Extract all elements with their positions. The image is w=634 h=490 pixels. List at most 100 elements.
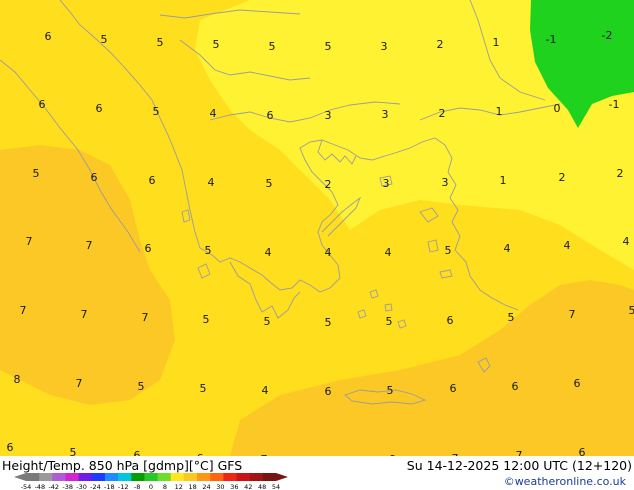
temperature-value: 6: [7, 441, 14, 454]
color-scale-tick-label: -48: [35, 483, 46, 490]
color-scale-tick-label: -30: [76, 483, 87, 490]
color-scale-tick-label: -38: [62, 483, 73, 490]
temperature-value: -1: [546, 33, 557, 46]
temperature-value: 5: [386, 315, 393, 328]
color-scale-tick-label: 8: [163, 483, 167, 490]
color-scale-tick-label: 18: [189, 483, 197, 490]
temperature-value: 6: [450, 382, 457, 395]
color-scale-tick-label: 54: [272, 483, 280, 490]
temperature-value: 0: [554, 102, 561, 115]
temperature-value: 5: [325, 316, 332, 329]
color-scale-arrow-left: [14, 473, 26, 481]
temperature-value: 4: [564, 239, 571, 252]
temperature-value: 4: [262, 384, 269, 397]
color-scale-swatch: [183, 473, 198, 481]
temperature-value: 6: [512, 380, 519, 393]
temperature-value: -2: [602, 29, 613, 42]
temperature-value: 3: [382, 108, 389, 121]
valid-time: Su 14-12-2025 12:00 UTC (12+120): [406, 458, 632, 473]
map-footer: Height/Temp. 850 hPa [gdmp][°C] GFS Su 1…: [0, 456, 634, 490]
temperature-value: 3: [325, 109, 332, 122]
color-scale-tick-label: 30: [216, 483, 224, 490]
temperature-value: 5: [153, 105, 160, 118]
color-scale-swatch: [65, 473, 80, 481]
temperature-value: 6: [45, 30, 52, 43]
weather-map: 6 5 5 5 5 5 3 2 1 -1 -2 6 6 5 4 6 3 3 2 1 0 -1 5 6 6 4 5 2 3 3 1 2 2 7 7 6 5…: [0, 0, 634, 456]
temperature-value: 5: [264, 315, 271, 328]
map-title: Height/Temp. 850 hPa [gdmp][°C] GFS: [2, 458, 243, 473]
temperature-value: 6: [325, 385, 332, 398]
temperature-value: 7: [20, 304, 27, 317]
temperature-value: 5: [445, 244, 452, 257]
temperature-value: 7: [569, 308, 576, 321]
temperature-value: 6: [39, 98, 46, 111]
map-canvas: 6 5 5 5 5 5 3 2 1 -1 -2 6 6 5 4 6 3 3 2 1 0 -1 5 6 6 4 5 2 3 3 1 2 2 7 7 6 5…: [0, 0, 634, 456]
color-scale-swatch: [249, 473, 264, 481]
color-scale-tick-label: 0: [149, 483, 153, 490]
color-scale-swatch: [52, 473, 66, 481]
color-scale-bar: [14, 473, 288, 481]
temperature-value: 8: [14, 373, 21, 386]
color-scale-tick-label: 12: [175, 483, 183, 490]
color-scale-tick-label: -54: [21, 483, 32, 490]
color-scale-swatch: [91, 473, 106, 481]
color-scale-swatch: [131, 473, 145, 481]
color-scale-tick-label: -8: [134, 483, 140, 490]
color-scale-swatch: [104, 473, 119, 481]
temperature-value: 6: [574, 377, 581, 390]
temperature-value: 5: [387, 384, 394, 397]
temperature-value: 6: [145, 242, 152, 255]
color-scale-tick-label: -42: [48, 483, 59, 490]
temperature-value: 5: [101, 33, 108, 46]
color-scale: -54 -48 -42 -38 -30 -24 -18 -12 -8 0 8 12 18 24 30 36 42…: [14, 473, 288, 490]
temperature-value: 4: [504, 242, 511, 255]
color-scale-swatch: [39, 473, 53, 481]
temperature-value: 6: [96, 102, 103, 115]
temperature-value: 1: [500, 174, 507, 187]
temperature-value: 2: [437, 38, 444, 51]
temperature-value: 5: [138, 380, 145, 393]
color-scale-swatch: [157, 473, 172, 481]
temperature-value: 7: [26, 235, 33, 248]
temperature-value: 3: [383, 177, 390, 190]
temperature-value: 4: [385, 246, 392, 259]
color-scale-arrow-right: [276, 473, 288, 481]
temperature-value: 4: [623, 235, 630, 248]
temperature-value: 7: [86, 239, 93, 252]
color-scale-swatch: [210, 473, 224, 481]
temperature-value: 5: [33, 167, 40, 180]
temperature-value: 6: [91, 171, 98, 184]
temperature-value: 5: [205, 244, 212, 257]
temperature-value: 7: [81, 308, 88, 321]
color-scale-swatch: [144, 473, 158, 481]
color-scale-swatch: [262, 473, 277, 481]
color-scale-swatch: [118, 473, 132, 481]
temperature-value: 7: [76, 377, 83, 390]
temperature-value: 4: [265, 246, 272, 259]
temperature-value: 2: [325, 178, 332, 191]
color-scale-swatch: [223, 473, 237, 481]
color-scale-tick-label: -24: [90, 483, 101, 490]
temperature-value: 5: [508, 311, 515, 324]
color-scale-tick-label: -12: [118, 483, 129, 490]
color-scale-tick-label: 48: [258, 483, 266, 490]
temperature-value: 7: [516, 449, 523, 456]
color-scale-tick-label: 42: [244, 483, 252, 490]
temperature-value: 3: [381, 40, 388, 53]
temperature-value: 4: [325, 246, 332, 259]
temperature-value: 4: [210, 107, 217, 120]
temperature-value: 5: [203, 313, 210, 326]
color-scale-swatch: [78, 473, 93, 481]
temperature-value: 5: [629, 304, 634, 317]
temperature-value: 1: [493, 36, 500, 49]
temperature-value: 5: [266, 177, 273, 190]
temperature-value: 7: [142, 311, 149, 324]
color-scale-swatch: [26, 473, 40, 481]
color-scale-swatch: [236, 473, 251, 481]
temperature-value: 2: [559, 171, 566, 184]
color-scale-tick-label: 36: [230, 483, 238, 490]
temperature-value: 6: [579, 446, 586, 456]
temperature-value: 5: [70, 446, 77, 456]
temperature-value: 2: [439, 107, 446, 120]
credit-link[interactable]: ©weatheronline.co.uk: [504, 475, 626, 488]
